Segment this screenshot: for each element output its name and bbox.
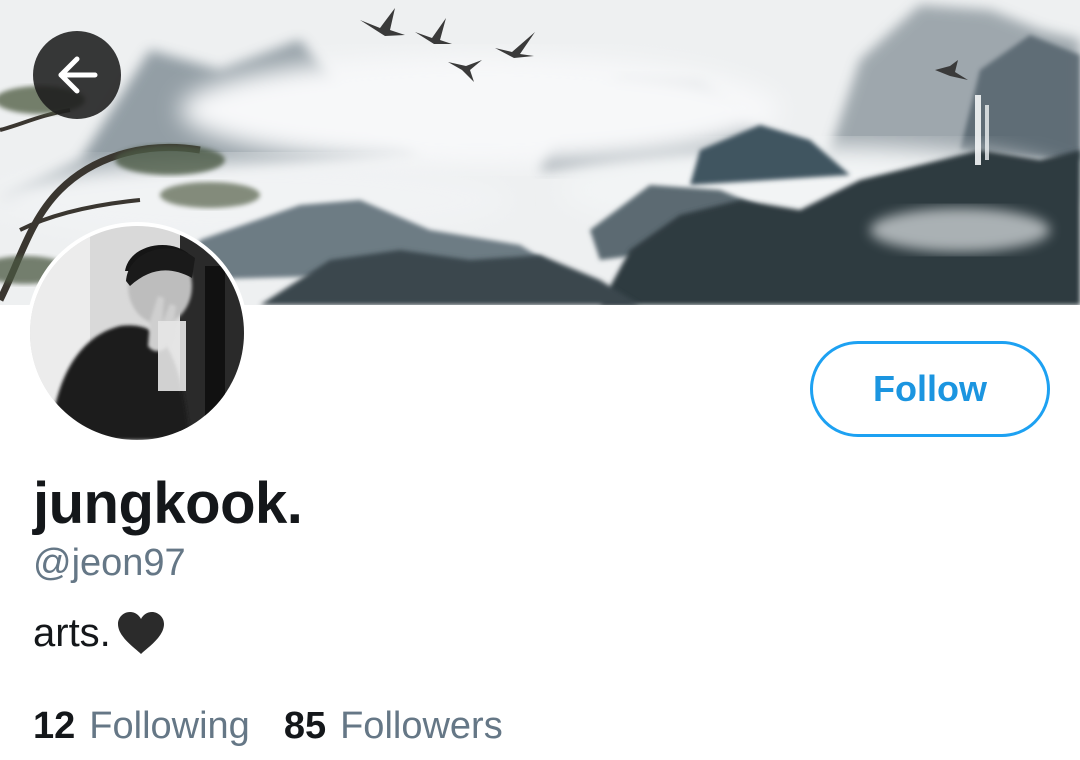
bio-text: arts. bbox=[33, 610, 111, 655]
back-button[interactable] bbox=[33, 31, 121, 119]
following-label: Following bbox=[89, 705, 250, 747]
profile-avatar[interactable] bbox=[26, 222, 248, 444]
black-heart-icon bbox=[115, 610, 167, 656]
profile-stats: 12 Following 85 Followers bbox=[33, 705, 537, 748]
following-count: 12 bbox=[33, 705, 76, 747]
followers-stat[interactable]: 85 Followers bbox=[284, 705, 503, 748]
back-arrow-icon bbox=[58, 56, 98, 94]
followers-count: 85 bbox=[283, 705, 327, 747]
avatar-photo bbox=[30, 226, 244, 440]
follow-button[interactable]: Follow bbox=[810, 341, 1050, 437]
profile-display-name: jungkook. bbox=[33, 471, 303, 536]
profile-bio: arts. bbox=[33, 610, 167, 656]
following-stat[interactable]: 12 Following bbox=[33, 705, 250, 748]
followers-label: Followers bbox=[340, 705, 503, 747]
profile-handle: @jeon97 bbox=[33, 542, 186, 584]
